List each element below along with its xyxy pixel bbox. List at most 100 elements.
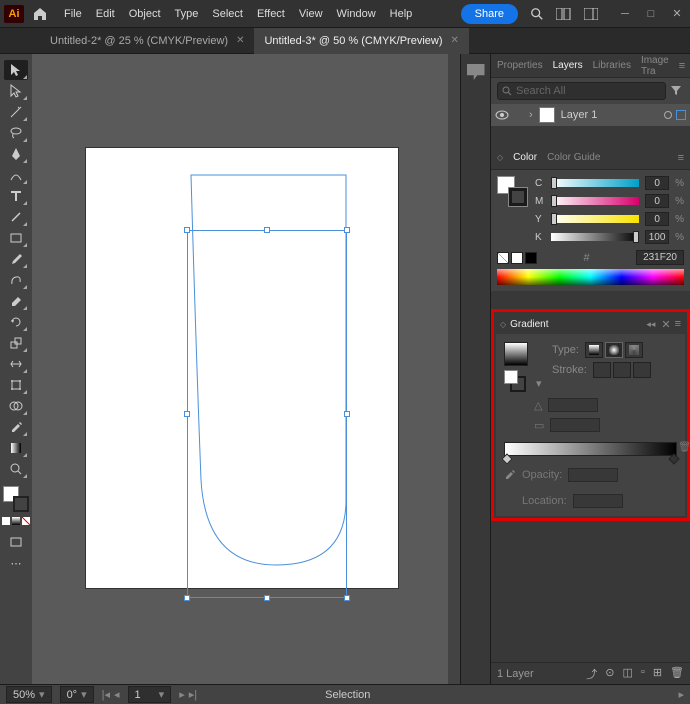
gradient-ramp[interactable] — [504, 442, 677, 456]
menu-help[interactable]: Help — [390, 8, 413, 20]
tab-properties[interactable]: Properties — [497, 60, 543, 71]
home-icon[interactable] — [32, 6, 48, 22]
magic-wand-tool[interactable] — [4, 102, 28, 122]
magenta-slider[interactable] — [551, 197, 639, 205]
eraser-tool[interactable] — [4, 291, 28, 311]
artboard-nav-input[interactable]: 1▾ — [128, 686, 172, 703]
paintbrush-tool[interactable] — [4, 249, 28, 269]
prev-artboard-icon[interactable]: ◂ — [114, 688, 120, 701]
angle-dropdown[interactable] — [548, 398, 598, 412]
gradient-stop[interactable] — [668, 453, 679, 464]
stroke-across-button[interactable] — [633, 362, 651, 378]
delete-layer-icon[interactable]: 🗑 — [670, 666, 684, 682]
close-tab-icon[interactable]: ✕ — [236, 35, 244, 46]
gradient-dropdown-icon[interactable]: ▾ — [536, 377, 544, 390]
locate-object-icon[interactable]: ⊙ — [605, 666, 614, 682]
magenta-value[interactable]: 0 — [645, 194, 669, 208]
panel-menu-icon[interactable]: ≡ — [679, 60, 685, 72]
rotate-tool[interactable] — [4, 312, 28, 332]
none-swatch[interactable] — [497, 252, 509, 264]
expand-arrow-icon[interactable]: › — [529, 109, 533, 121]
tab-layers[interactable]: Layers — [553, 60, 583, 71]
menu-view[interactable]: View — [299, 8, 323, 20]
menu-object[interactable]: Object — [129, 8, 161, 20]
stroke-swatch[interactable] — [13, 496, 29, 512]
doc-tab-1[interactable]: Untitled-2* @ 25 % (CMYK/Preview) ✕ — [40, 28, 254, 54]
white-swatch[interactable] — [511, 252, 523, 264]
rotation-dropdown[interactable]: 0°▾ — [60, 686, 94, 703]
resize-handle[interactable] — [264, 595, 270, 601]
shaper-tool[interactable] — [4, 270, 28, 290]
layer-row[interactable]: › Layer 1 — [491, 104, 690, 126]
next-artboard-icon[interactable]: ▸ — [179, 688, 185, 701]
resize-handle[interactable] — [344, 595, 350, 601]
gradient-fill-stroke[interactable] — [504, 370, 526, 392]
minimize-icon[interactable]: ─ — [616, 7, 634, 21]
workspace-icon[interactable] — [584, 8, 598, 20]
lasso-tool[interactable] — [4, 123, 28, 143]
new-layer-icon[interactable]: ⊞ — [653, 666, 662, 682]
filter-icon[interactable] — [670, 84, 684, 98]
zoom-tool[interactable] — [4, 459, 28, 479]
eyedropper-tool[interactable] — [4, 417, 28, 437]
zoom-dropdown[interactable]: 50%▾ — [6, 686, 52, 703]
fill-stroke-swatches[interactable] — [3, 486, 29, 512]
edit-toolbar[interactable]: ⋯ — [4, 553, 28, 573]
menu-type[interactable]: Type — [175, 8, 199, 20]
radial-gradient-button[interactable] — [605, 342, 623, 358]
width-tool[interactable] — [4, 354, 28, 374]
aspect-dropdown[interactable] — [550, 418, 600, 432]
gradient-preview[interactable] — [504, 342, 528, 366]
comments-icon[interactable] — [467, 64, 485, 80]
search-icon[interactable] — [530, 7, 544, 21]
location-dropdown[interactable] — [573, 494, 623, 508]
layer-name[interactable]: Layer 1 — [561, 109, 598, 121]
stroke-within-button[interactable] — [593, 362, 611, 378]
eyedropper-icon[interactable] — [504, 469, 516, 481]
menu-edit[interactable]: Edit — [96, 8, 115, 20]
color-mode-gradient[interactable] — [12, 517, 20, 525]
selection-tool[interactable] — [4, 60, 28, 80]
yellow-slider[interactable] — [551, 215, 639, 223]
panel-menu-icon[interactable]: ≡ — [678, 152, 684, 164]
status-expand-icon[interactable]: ▸ — [678, 688, 684, 701]
visibility-icon[interactable] — [495, 110, 509, 120]
rectangle-tool[interactable] — [4, 228, 28, 248]
close-panel-icon[interactable]: ✕ — [661, 318, 670, 331]
menu-select[interactable]: Select — [212, 8, 243, 20]
gradient-stop[interactable] — [501, 453, 512, 464]
doc-tab-2[interactable]: Untitled-3* @ 50 % (CMYK/Preview) ✕ — [254, 28, 468, 54]
menu-effect[interactable]: Effect — [257, 8, 285, 20]
tab-color-guide[interactable]: Color Guide — [547, 152, 600, 163]
cyan-slider[interactable] — [551, 179, 639, 187]
new-sublayer-icon[interactable]: ▫ — [641, 666, 645, 682]
target-icon[interactable] — [664, 111, 672, 119]
last-artboard-icon[interactable]: ▸| — [189, 688, 197, 701]
black-slider[interactable] — [551, 233, 639, 241]
screen-mode-tool[interactable] — [4, 532, 28, 552]
selection-indicator[interactable] — [676, 110, 686, 120]
tab-libraries[interactable]: Libraries — [593, 60, 631, 71]
direct-selection-tool[interactable] — [4, 81, 28, 101]
black-value[interactable]: 100 — [645, 230, 669, 244]
resize-handle[interactable] — [264, 227, 270, 233]
menu-file[interactable]: File — [64, 8, 82, 20]
stroke-along-button[interactable] — [613, 362, 631, 378]
selection-bounding-box[interactable] — [187, 230, 347, 598]
hex-input[interactable]: 231F20 — [636, 250, 684, 265]
layer-export-icon[interactable]: ⤴ — [586, 666, 597, 682]
cyan-value[interactable]: 0 — [645, 176, 669, 190]
type-tool[interactable] — [4, 186, 28, 206]
opacity-dropdown[interactable] — [568, 468, 618, 482]
freeform-gradient-button[interactable] — [625, 342, 643, 358]
share-button[interactable]: Share — [461, 4, 518, 24]
pen-tool[interactable] — [4, 144, 28, 164]
make-clipping-mask-icon[interactable]: ◫ — [623, 666, 633, 682]
line-tool[interactable] — [4, 207, 28, 227]
resize-handle[interactable] — [184, 595, 190, 601]
canvas[interactable] — [32, 54, 460, 684]
linear-gradient-button[interactable] — [585, 342, 603, 358]
collapse-icon[interactable]: ◂◂ — [646, 319, 655, 330]
delete-stop-icon[interactable]: 🗑 — [678, 442, 690, 453]
shape-builder-tool[interactable] — [4, 396, 28, 416]
